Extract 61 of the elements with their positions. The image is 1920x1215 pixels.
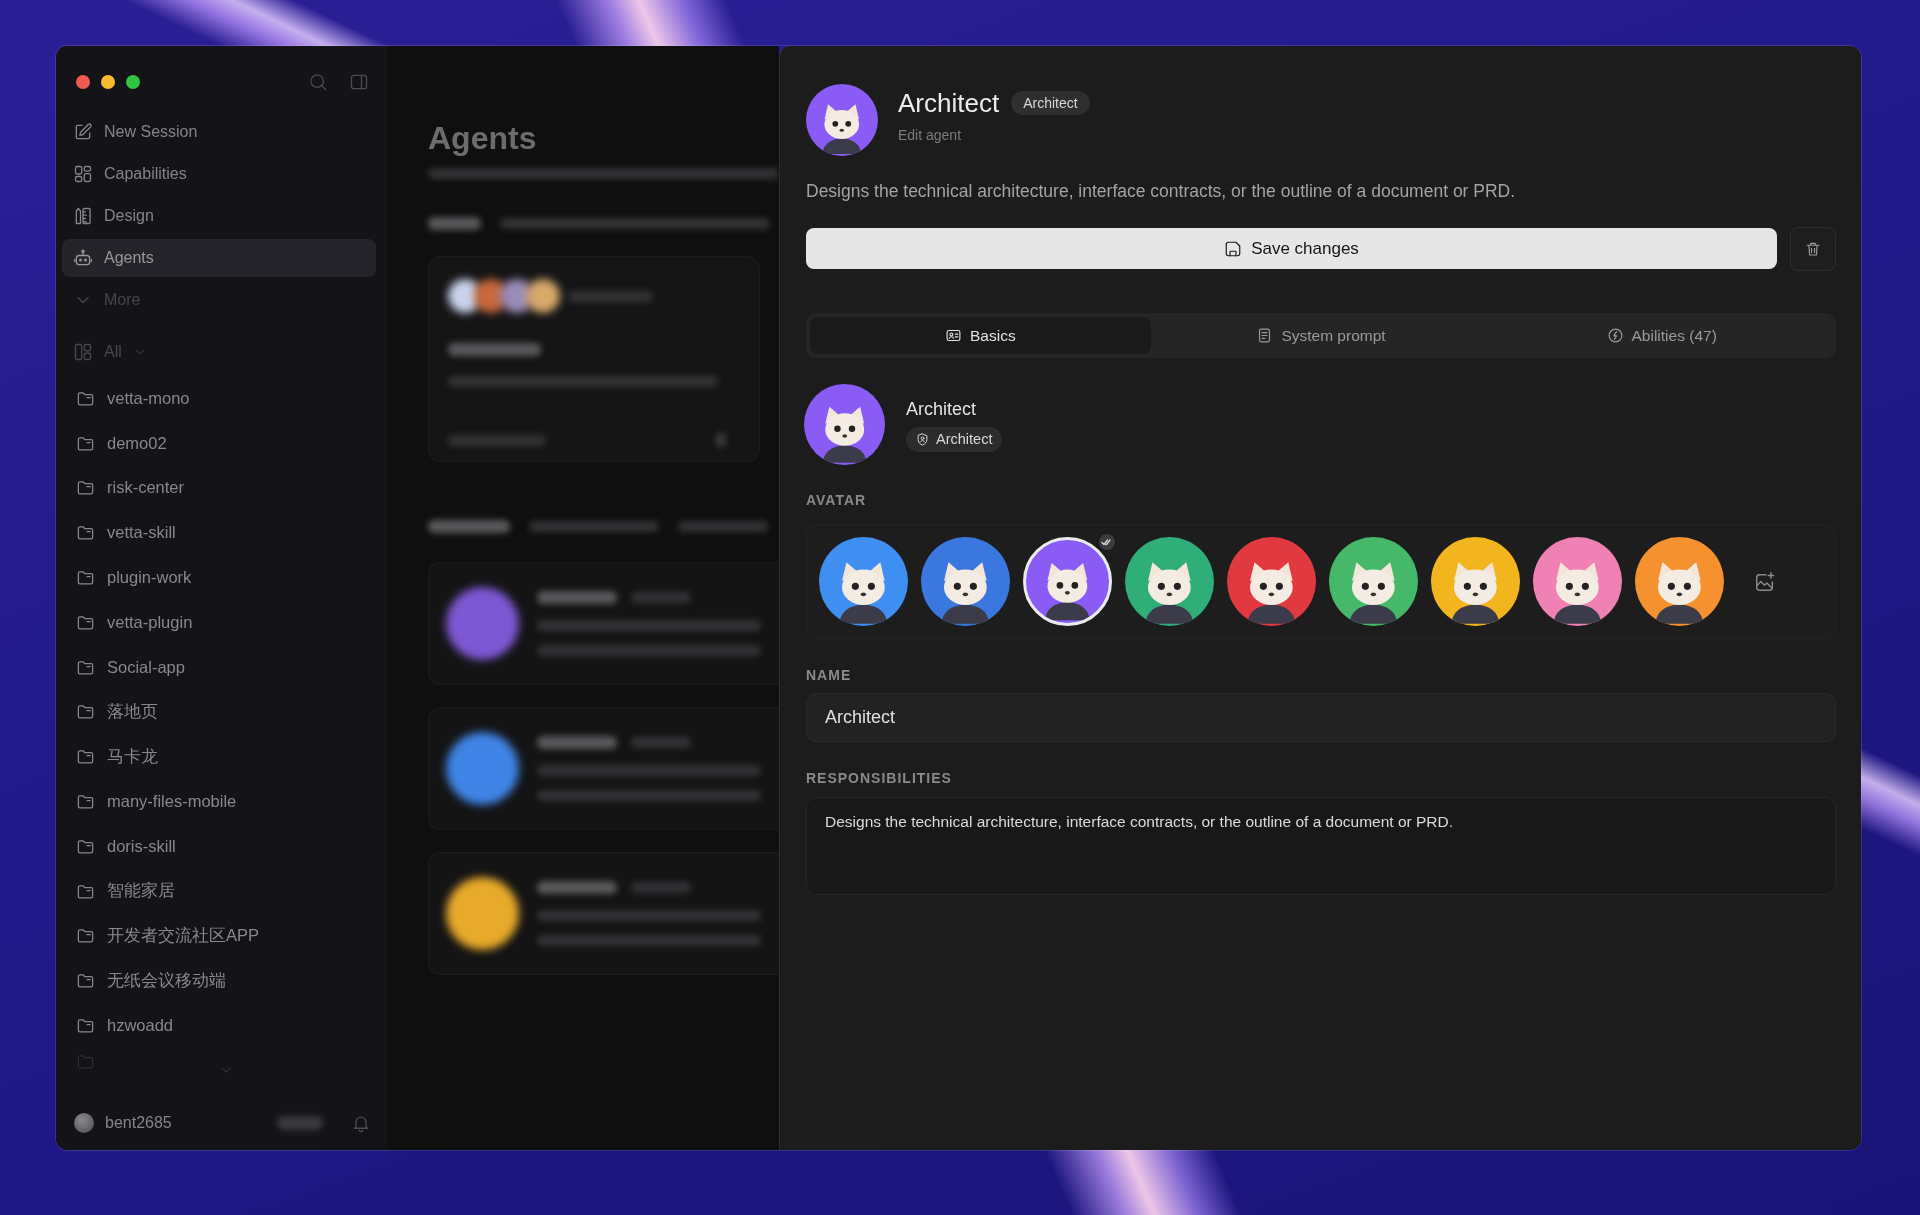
edit-icon xyxy=(73,122,93,142)
blurred-avatar xyxy=(526,279,560,313)
close-button[interactable] xyxy=(76,75,90,89)
project-item[interactable]: vetta-mono xyxy=(62,376,376,421)
robot-icon xyxy=(73,248,93,268)
project-item[interactable]: 智能家居 xyxy=(62,868,376,914)
agent-title: Architect xyxy=(898,88,1000,118)
project-item[interactable]: 无纸会议移动端 xyxy=(62,958,376,1004)
blurred-badge xyxy=(277,1116,323,1130)
project-item[interactable]: plugin-work xyxy=(62,555,376,600)
nav-item[interactable]: Design xyxy=(62,197,376,235)
nav-item[interactable]: Capabilities xyxy=(62,155,376,193)
project-item[interactable]: hzwoadd xyxy=(62,1003,376,1048)
project-item[interactable]: 落地页 xyxy=(62,689,376,735)
save-button[interactable]: Save changes xyxy=(806,228,1777,269)
project-item[interactable]: vetta-skill xyxy=(62,510,376,556)
field-label: NAME xyxy=(806,667,853,683)
username: bent2685 xyxy=(105,1114,172,1132)
minimize-button[interactable] xyxy=(101,75,115,89)
agent-description: Designs the technical architecture, interface contracts, or the outline of a document or PRD. xyxy=(806,180,1517,202)
project-item[interactable]: doris-skill xyxy=(62,823,376,869)
blurred-text xyxy=(428,217,481,230)
responsibilities-field[interactable]: Designs the technical architecture, interface contracts, or the outline of a document or PRD. xyxy=(806,797,1836,895)
sidebar-toggle-icon[interactable] xyxy=(349,72,369,92)
user-avatar[interactable] xyxy=(74,1113,94,1133)
project-item[interactable]: 开发者交流社区APP xyxy=(62,913,376,959)
blurred-text xyxy=(631,737,691,748)
project-item[interactable]: vetta-plugin xyxy=(62,600,376,645)
section-label: AVATAR xyxy=(806,492,868,508)
project-item[interactable]: demo02 xyxy=(62,420,376,466)
zoom-button[interactable] xyxy=(126,75,140,89)
blurred-text xyxy=(631,882,691,893)
tab[interactable]: Basics xyxy=(810,317,1151,354)
ruler-pencil-icon xyxy=(73,206,93,226)
tab[interactable]: Abilities (47) xyxy=(1491,317,1832,354)
grid-icon xyxy=(73,164,93,184)
trash-icon xyxy=(1804,240,1822,258)
name-field[interactable]: Architect xyxy=(806,693,1836,742)
tab[interactable]: System prompt xyxy=(1150,317,1492,354)
save-icon xyxy=(1224,239,1243,258)
project-item[interactable]: risk-center xyxy=(62,465,376,511)
project-item[interactable]: Social-app xyxy=(62,644,376,690)
blurred-chevron xyxy=(716,433,726,447)
role-badge: Architect xyxy=(1011,91,1090,115)
nav-item[interactable]: Agents xyxy=(62,239,376,277)
delete-button[interactable] xyxy=(1790,227,1836,271)
layout-icon xyxy=(73,342,93,362)
page-title: Agents xyxy=(428,120,538,156)
id-card-icon xyxy=(945,327,962,344)
check-icon xyxy=(1097,532,1117,552)
field-label: RESPONSIBILITIES xyxy=(806,770,953,786)
add-image-icon[interactable] xyxy=(1754,570,1776,593)
agent-name: Architect xyxy=(906,397,977,420)
bolt-circle-icon xyxy=(1606,327,1624,344)
project-item[interactable]: many-files-mobile xyxy=(62,779,376,824)
role-label: Architect xyxy=(936,431,993,447)
blurred-text xyxy=(631,592,691,603)
project-item[interactable]: 马卡龙 xyxy=(62,734,376,780)
panel-subtitle: Edit agent xyxy=(898,126,963,144)
nav-item[interactable]: New Session xyxy=(62,113,376,151)
shield-person-icon xyxy=(915,431,930,447)
